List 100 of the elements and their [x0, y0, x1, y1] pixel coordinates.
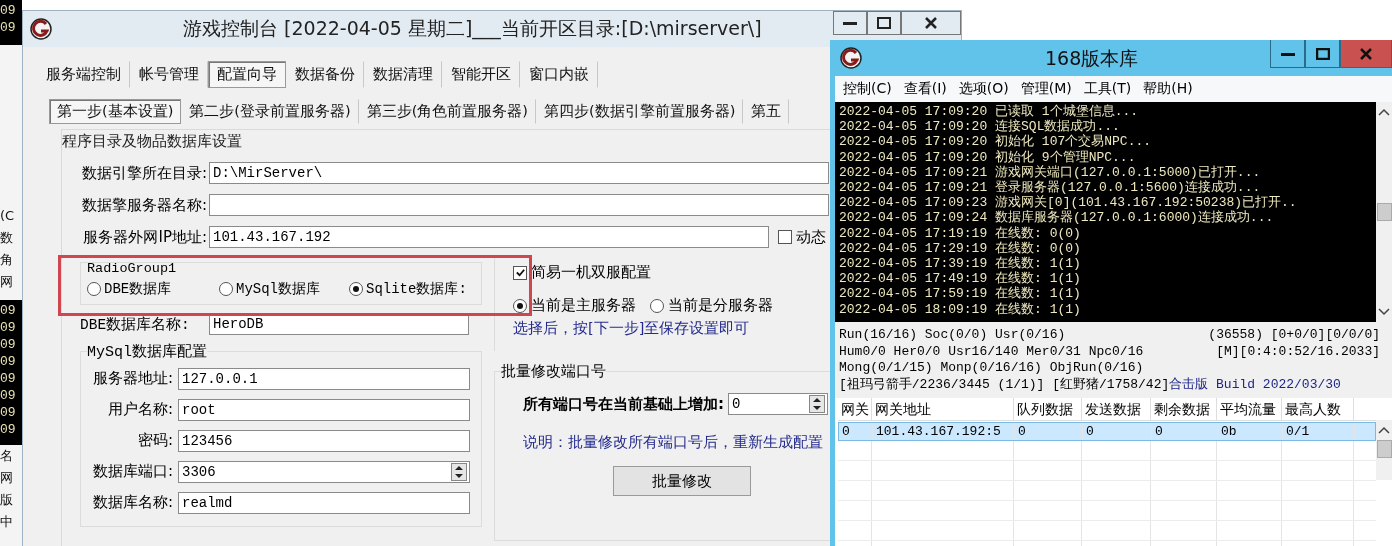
field-label: 数据库名称: [91, 493, 173, 512]
menu-item[interactable]: 帮助(H) [1143, 80, 1193, 98]
step-tab[interactable]: 第二步(登录前置服务器) [181, 98, 359, 124]
log-time: 2022-04-05 17:09:20 [839, 104, 988, 120]
input-field[interactable]: root [178, 398, 470, 421]
maximize-icon [1315, 47, 1330, 60]
log-message: 在线数: 0(0) [995, 225, 1081, 241]
tab[interactable]: 窗口内嵌 [520, 60, 598, 88]
spin-icon[interactable] [451, 462, 467, 481]
radio-button[interactable] [650, 298, 664, 313]
step-tab[interactable]: 第一步(基本设置) [49, 98, 182, 124]
group-title: 批量修改端口号 [501, 362, 606, 381]
input-field[interactable] [209, 194, 829, 216]
scroll-up-icon[interactable] [1378, 426, 1390, 434]
spin-icon[interactable] [809, 395, 825, 413]
log-message: 初始化 9个管理NPC... [995, 149, 1136, 165]
tab[interactable]: 数据清理 [364, 60, 442, 88]
step-tab[interactable]: 第三步(角色前置服务器) [358, 98, 536, 124]
column-header[interactable]: 网关地址 [872, 398, 1014, 420]
app-logo-icon [839, 46, 863, 70]
column-header[interactable]: 最高人数 [1282, 398, 1354, 420]
background-text: 09 [0, 387, 17, 404]
background-text: 版 [0, 491, 14, 509]
radio-button[interactable] [513, 298, 527, 313]
table-cell: 101.43.167.192:5 [873, 423, 1015, 440]
status-text: (36558) [0+0/0][0/0/0] [1208, 327, 1380, 344]
radio-button[interactable] [349, 282, 363, 296]
log-message: 在线数: 1(1) [995, 286, 1081, 302]
radio-label: 当前是主服务器 [531, 296, 636, 315]
tab[interactable]: 服务端控制 [37, 60, 130, 88]
menu-item[interactable]: 控制(C) [843, 80, 892, 98]
radio-button[interactable] [219, 282, 233, 296]
log-message: 在线数: 1(1) [995, 271, 1081, 287]
input-field[interactable]: 123456 [178, 429, 470, 452]
column-header[interactable]: 队列数据 [1014, 398, 1082, 420]
log-message: 连接SQL数据成功... [995, 119, 1120, 135]
background-text: 09 [0, 2, 17, 19]
column-header[interactable]: 网关 [838, 398, 872, 420]
minimize-button[interactable] [833, 11, 867, 35]
tab[interactable]: 数据备份 [286, 60, 364, 88]
group-title: RadioGroup1 [87, 261, 177, 276]
menu-item[interactable]: 工具(T) [1083, 80, 1132, 98]
background-text: 09 [0, 19, 17, 36]
log-message: 游戏网关端口(127.0.0.1:5000)已打开... [995, 164, 1261, 180]
radio-label: MySql数据库 [236, 280, 320, 298]
group-title: 程序目录及物品数据库设置 [62, 132, 242, 151]
log-message: 登录服务器(127.0.0.1:5600)连接成功... [995, 180, 1261, 195]
background-text: 中 [0, 513, 14, 531]
table-row[interactable]: 0 101.43.167.192:5 0 0 0 0b 0/1 [838, 422, 1376, 441]
log-time: 2022-04-05 17:39:19 [839, 256, 988, 272]
log-time: 2022-04-05 17:09:24 [839, 210, 988, 226]
scroll-up-icon[interactable] [1378, 108, 1390, 116]
log-message: 数据库服务器(127.0.0.1:6000)连接成功... [995, 210, 1274, 226]
background-text: 名 [0, 447, 14, 465]
table-cell: 0 [839, 423, 873, 440]
checkbox[interactable] [513, 265, 527, 280]
input-field[interactable]: realmd [178, 491, 470, 514]
column-header[interactable]: 剩余数据 [1151, 398, 1217, 420]
column-header[interactable]: 平均流量 [1217, 398, 1282, 420]
checkbox[interactable] [778, 230, 792, 244]
step-tab[interactable]: 第五 [743, 98, 790, 124]
radio-button[interactable] [87, 282, 101, 296]
number-field[interactable]: 3306 [178, 460, 470, 483]
log-message: 游戏网关[0](101.43.167.192:50238)已打开.. [995, 195, 1297, 211]
log-time: 2022-04-05 17:19:19 [839, 225, 988, 241]
group-title: MySql数据库配置 [87, 342, 207, 361]
table-cell: 0 [1015, 423, 1083, 440]
table-cell: 0b [1218, 423, 1283, 440]
number-field[interactable]: 0 [728, 393, 828, 415]
tab[interactable]: 智能开区 [442, 60, 520, 88]
scroll-thumb[interactable] [1376, 440, 1392, 458]
log-time: 2022-04-05 18:09:19 [839, 301, 988, 317]
column-header[interactable]: 发送数据 [1082, 398, 1151, 420]
menu-item[interactable]: 查看(I) [903, 80, 947, 98]
input-field[interactable]: 101.43.167.192 [209, 226, 769, 248]
menu-item[interactable]: 选项(O) [958, 80, 1009, 98]
field-label: 服务器外网IP地址: [82, 227, 207, 247]
field-label: 服务器地址: [91, 369, 173, 388]
radio-label: DBE数据库 [104, 280, 172, 298]
minimize-button[interactable] [1270, 40, 1305, 68]
close-button[interactable] [901, 11, 961, 35]
menu-item[interactable]: 管理(M) [1020, 80, 1072, 98]
log-time: 2022-04-05 17:09:20 [839, 119, 988, 135]
scrollbar[interactable] [1376, 420, 1392, 480]
background-text: 09 [0, 370, 17, 387]
step-tab[interactable]: 第四步(数据引擎前置服务器) [536, 98, 744, 124]
maximize-button[interactable] [867, 11, 901, 35]
log-time: 2022-04-05 17:09:20 [839, 134, 988, 150]
batch-modify-button[interactable]: 批量修改 [613, 466, 751, 496]
field-label: 数据引擎所在目录: [80, 163, 207, 183]
scroll-down-icon[interactable] [1378, 308, 1390, 316]
tab[interactable]: 配置向导 [208, 60, 286, 88]
status-text: Mong(0/1/15) Monp(0/16/16) ObjRun(0/16) [839, 360, 1144, 377]
input-field[interactable]: 127.0.0.1 [178, 367, 470, 390]
field-label: 密码: [136, 431, 173, 450]
maximize-button[interactable] [1305, 40, 1340, 68]
background-text: 网 [0, 273, 14, 291]
scroll-thumb[interactable] [1376, 203, 1392, 221]
close-icon [924, 16, 938, 30]
input-field[interactable]: D:\MirServer\ [209, 162, 829, 184]
